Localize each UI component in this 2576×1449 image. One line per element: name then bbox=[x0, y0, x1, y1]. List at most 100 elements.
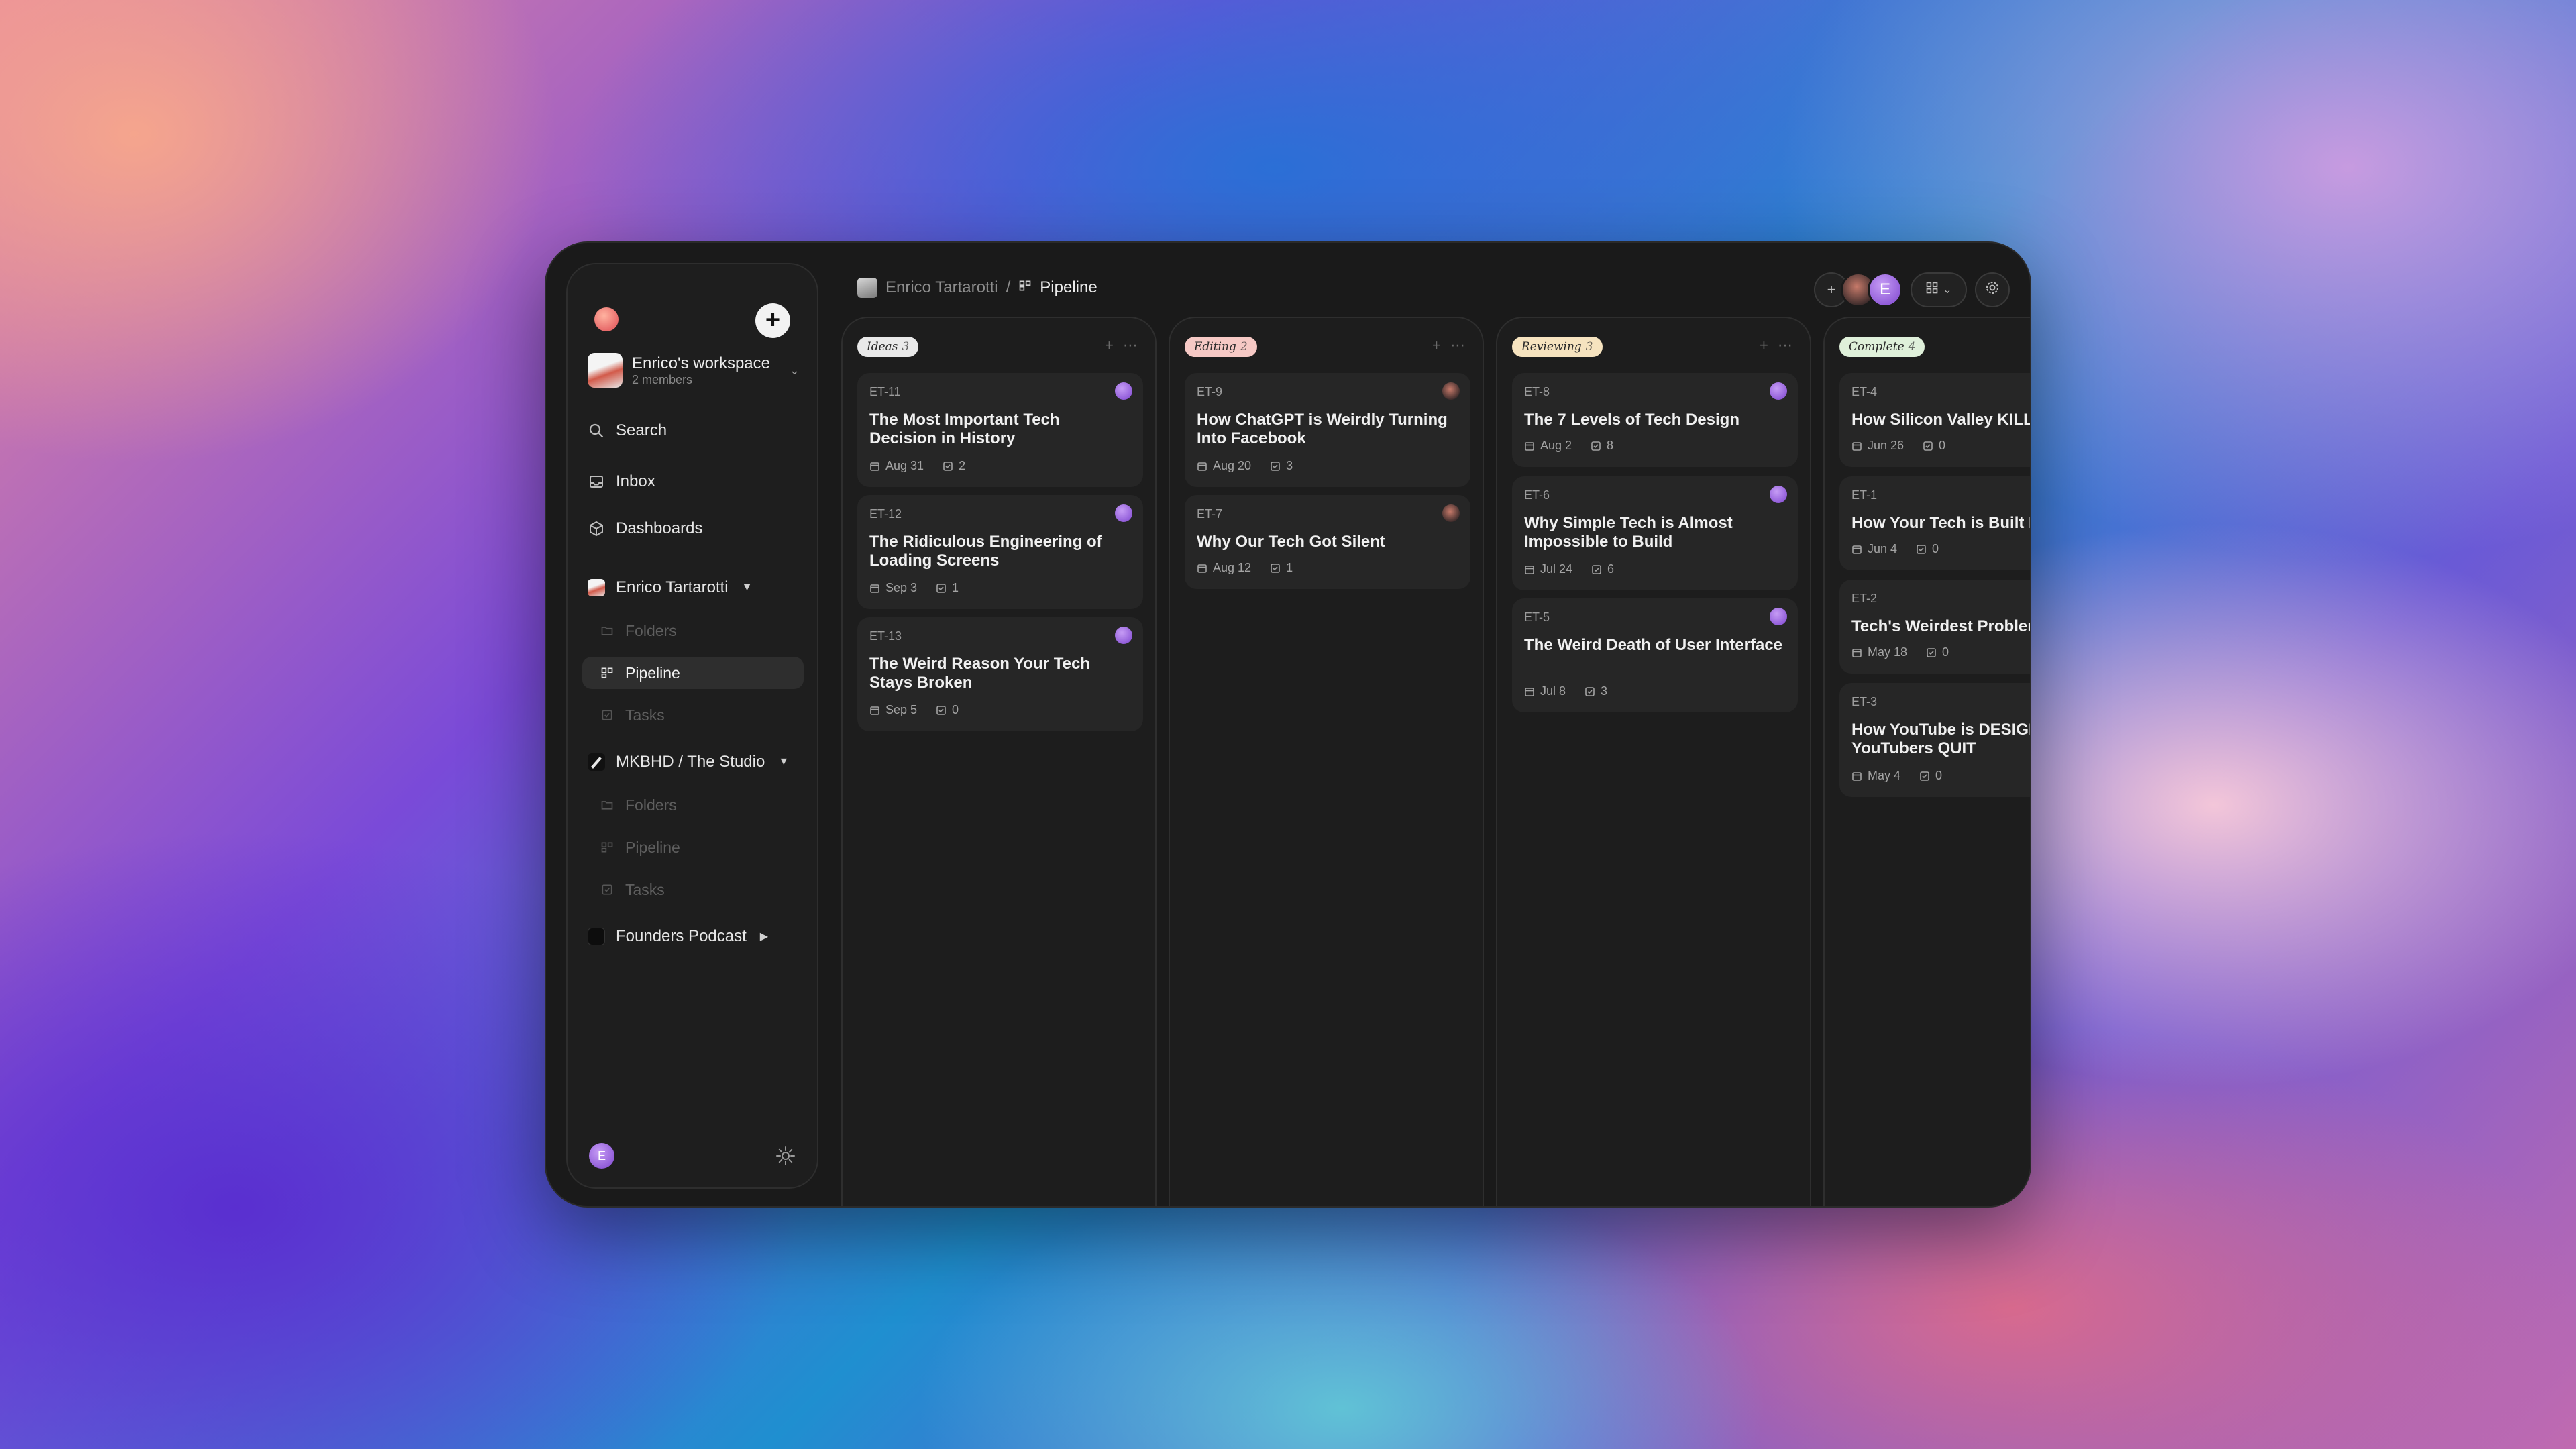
sidebar-item-inbox[interactable]: Inbox bbox=[588, 466, 655, 498]
cube-icon bbox=[588, 520, 605, 537]
card-date: Jul 24 bbox=[1540, 562, 1573, 576]
calendar-icon bbox=[1524, 564, 1535, 575]
assignee-avatar[interactable] bbox=[1770, 382, 1787, 400]
card[interactable]: ET-8 The 7 Levels of Tech Design Aug 2 8 bbox=[1512, 373, 1798, 467]
card-date: May 4 bbox=[1868, 769, 1901, 782]
sidebar-item-tasks[interactable]: Tasks bbox=[600, 873, 665, 906]
sidebar-item-dashboards[interactable]: Dashboards bbox=[588, 513, 702, 545]
calendar-icon bbox=[1197, 461, 1208, 472]
card[interactable]: ET-11 The Most Important Tech Decision in… bbox=[857, 373, 1143, 487]
card-title: The Most Important Tech Decision in Hist… bbox=[869, 411, 1060, 447]
checkbox-icon bbox=[936, 705, 947, 716]
assignee-avatar[interactable] bbox=[1770, 608, 1787, 625]
checkbox-icon bbox=[936, 583, 947, 594]
card-task-count: 0 bbox=[1932, 542, 1939, 555]
project-avatar bbox=[588, 753, 605, 771]
sidebar-item-pipeline[interactable]: Pipeline bbox=[600, 831, 680, 863]
column-ideas: Ideas 3 + ⋯ ET-11 The Most Important Tech De… bbox=[841, 317, 1157, 1206]
column-actions[interactable]: + ⋯ bbox=[1105, 337, 1140, 354]
card-task-count: 0 bbox=[1942, 645, 1949, 659]
user-avatar[interactable]: E bbox=[589, 1143, 614, 1169]
card[interactable]: ET-12 The Ridiculous Engineering of Loadi… bbox=[857, 495, 1143, 609]
gear-icon bbox=[1984, 280, 2000, 300]
card[interactable]: ET-6 Why Simple Tech is Almost Impossible… bbox=[1512, 476, 1798, 590]
calendar-icon bbox=[1851, 771, 1862, 782]
view-switcher-button[interactable]: ⌄ bbox=[1911, 272, 1967, 307]
sidebar-item-pipeline[interactable]: Pipeline bbox=[582, 657, 804, 689]
card[interactable]: ET-2 Tech's Weirdest Problem May 18 0 bbox=[1839, 580, 2030, 674]
card-task-count: 3 bbox=[1286, 459, 1293, 472]
pipeline-label: Pipeline bbox=[625, 838, 680, 856]
card[interactable]: ET-4 How Silicon Valley KILLE Jun 26 0 bbox=[1839, 373, 2030, 467]
chevron-down-icon: ⌄ bbox=[789, 364, 800, 377]
card-meta: Jun 4 0 bbox=[1851, 542, 1939, 556]
column-actions[interactable]: + ⋯ bbox=[1432, 337, 1468, 354]
card-title: How ChatGPT is Weirdly Turning Into Face… bbox=[1197, 411, 1448, 447]
card[interactable]: ET-5 The Weird Death of User Interface Jul… bbox=[1512, 598, 1798, 712]
settings-button[interactable] bbox=[1975, 272, 2010, 307]
card-meta: Aug 12 1 bbox=[1197, 561, 1293, 575]
card[interactable]: ET-1 How Your Tech is Built Fo Jun 4 0 bbox=[1839, 476, 2030, 570]
calendar-icon bbox=[869, 583, 880, 594]
sidebar-item-folders[interactable]: Folders bbox=[600, 789, 677, 821]
new-item-button[interactable]: + bbox=[755, 303, 790, 338]
assignee-avatar[interactable] bbox=[1115, 627, 1132, 644]
card[interactable]: ET-9 How ChatGPT is Weirdly Turning Into … bbox=[1185, 373, 1470, 487]
card-date: May 18 bbox=[1868, 645, 1908, 659]
card-id: ET-5 bbox=[1524, 610, 1550, 624]
card-date: Sep 5 bbox=[885, 703, 918, 716]
caret-down-icon: ▼ bbox=[741, 582, 753, 593]
pipeline-icon bbox=[600, 665, 614, 680]
sidebar: + Enrico's workspace 2 members ⌄ Search … bbox=[566, 263, 818, 1189]
breadcrumb-avatar bbox=[857, 278, 877, 298]
card[interactable]: ET-13 The Weird Reason Your Tech Stays Br… bbox=[857, 617, 1143, 731]
card-meta: Aug 20 3 bbox=[1197, 459, 1293, 473]
sun-icon[interactable] bbox=[775, 1146, 796, 1166]
project-founders-podcast[interactable]: Founders Podcast ▶ bbox=[588, 920, 768, 953]
card-id: ET-3 bbox=[1851, 695, 1878, 708]
assignee-avatar[interactable] bbox=[1770, 486, 1787, 503]
folders-label: Folders bbox=[625, 796, 677, 814]
card-title: How Your Tech is Built Fo bbox=[1851, 514, 2030, 532]
column-actions[interactable]: + ⋯ bbox=[1760, 337, 1795, 354]
pipeline-icon bbox=[1018, 278, 1032, 297]
search-label: Search bbox=[616, 421, 667, 439]
card-meta: May 18 0 bbox=[1851, 645, 1949, 659]
card-title: The Weird Reason Your Tech Stays Broken bbox=[869, 655, 1090, 692]
sidebar-item-folders[interactable]: Folders bbox=[600, 614, 677, 647]
tasks-label: Tasks bbox=[625, 880, 665, 898]
app-logo bbox=[594, 307, 619, 331]
card-task-count: 3 bbox=[1601, 684, 1608, 698]
project-mkbhd-studio[interactable]: MKBHD / The Studio ▼ bbox=[588, 746, 789, 778]
assignee-avatar[interactable] bbox=[1115, 504, 1132, 522]
card-date: Aug 12 bbox=[1213, 561, 1252, 574]
column-count: 4 bbox=[1908, 340, 1916, 354]
calendar-icon bbox=[869, 461, 880, 472]
member-avatar[interactable]: E bbox=[1868, 272, 1902, 307]
checkbox-icon bbox=[1585, 686, 1595, 697]
sidebar-item-tasks[interactable]: Tasks bbox=[600, 699, 665, 731]
project-enrico-tartarotti[interactable]: Enrico Tartarotti ▼ bbox=[588, 572, 752, 604]
card-id: ET-12 bbox=[869, 507, 902, 521]
card-id: ET-4 bbox=[1851, 385, 1878, 398]
assignee-avatar[interactable] bbox=[1442, 504, 1460, 522]
card-id: ET-6 bbox=[1524, 488, 1550, 502]
members-group[interactable]: + E bbox=[1814, 272, 1902, 307]
card[interactable]: ET-3 How YouTube is DESIGN Make YouTubers… bbox=[1839, 683, 2030, 797]
workspace-avatar bbox=[588, 353, 623, 388]
pipeline-label: Pipeline bbox=[625, 663, 680, 682]
card[interactable]: ET-7 Why Our Tech Got Silent Aug 12 1 bbox=[1185, 495, 1470, 589]
sidebar-search[interactable]: Search bbox=[588, 415, 667, 447]
folder-icon bbox=[600, 623, 614, 638]
assignee-avatar[interactable] bbox=[1115, 382, 1132, 400]
card-id: ET-8 bbox=[1524, 385, 1550, 398]
assignee-avatar[interactable] bbox=[1442, 382, 1460, 400]
card-meta: Sep 5 0 bbox=[869, 703, 959, 717]
workspace-members: 2 members bbox=[632, 373, 693, 386]
calendar-icon bbox=[869, 705, 880, 716]
calendar-icon bbox=[1851, 647, 1862, 658]
workspace-switcher[interactable]: Enrico's workspace 2 members ⌄ bbox=[588, 350, 800, 390]
card-meta: Aug 31 2 bbox=[869, 459, 965, 473]
breadcrumb-parent[interactable]: Enrico Tartarotti bbox=[885, 278, 998, 297]
checkbox-icon bbox=[1926, 647, 1937, 658]
